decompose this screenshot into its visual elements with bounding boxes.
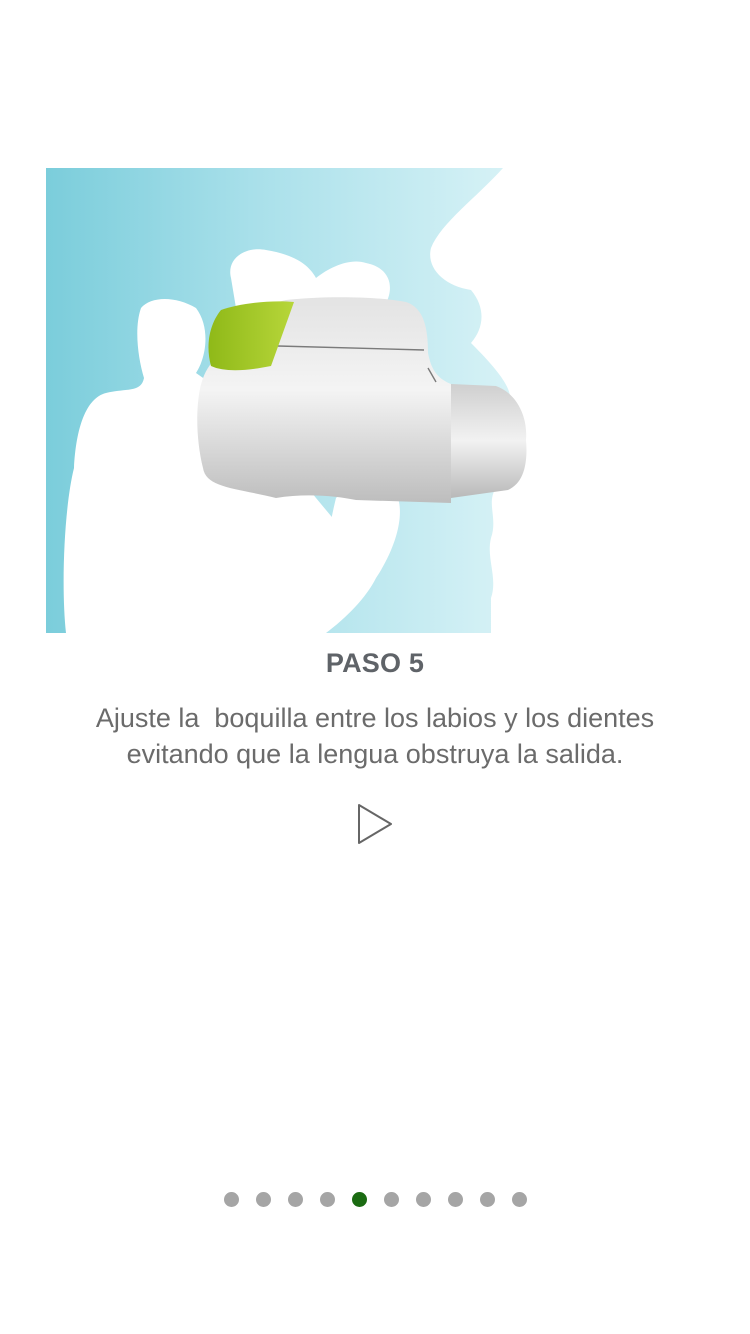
pager-dot[interactable] xyxy=(415,1191,431,1207)
pager-dot-active[interactable] xyxy=(351,1191,367,1207)
play-button[interactable] xyxy=(350,800,400,848)
inhaler-illustration xyxy=(46,168,527,633)
step-description: Ajuste la boquilla entre los labios y lo… xyxy=(95,703,655,769)
pager-dot[interactable] xyxy=(223,1191,239,1207)
pager-dot[interactable] xyxy=(447,1191,463,1207)
step-title: PASO 5 xyxy=(325,648,425,678)
play-triangle-icon xyxy=(358,804,392,844)
pager-dot[interactable] xyxy=(383,1191,399,1207)
step-illustration xyxy=(46,168,706,633)
inhaler-mouthpiece xyxy=(451,384,527,498)
pager-dot[interactable] xyxy=(319,1191,335,1207)
pager-dot[interactable] xyxy=(479,1191,495,1207)
pager-dot[interactable] xyxy=(511,1191,527,1207)
pager-dot[interactable] xyxy=(287,1191,303,1207)
pager-dot[interactable] xyxy=(255,1191,271,1207)
page-indicator xyxy=(0,1190,750,1208)
